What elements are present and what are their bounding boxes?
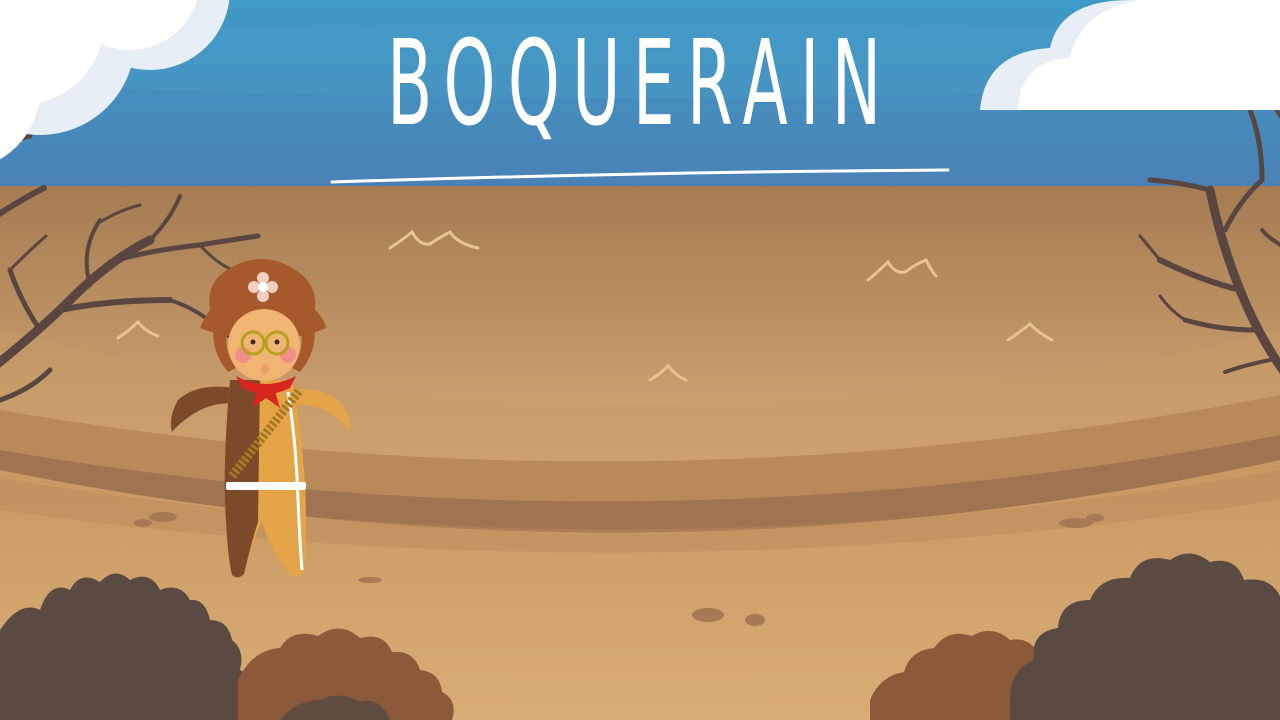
game-scene[interactable]: BOQUERAIN [0,0,1280,720]
game-title: BOQUERAIN [386,14,894,152]
title-banner: BOQUERAIN [0,10,1280,180]
